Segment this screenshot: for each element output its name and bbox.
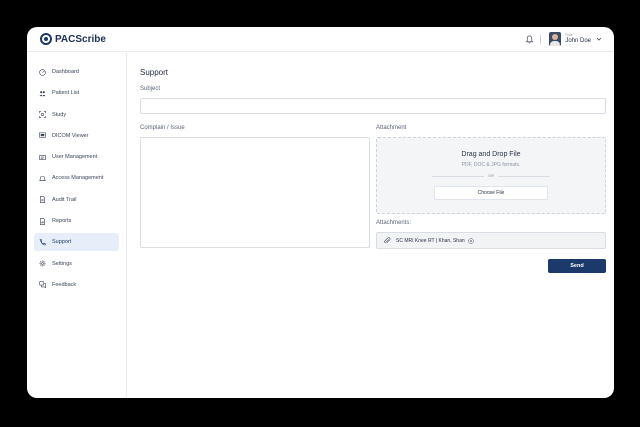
- sidebar-item-support[interactable]: Support: [34, 233, 119, 252]
- file-dropzone[interactable]: Drag and Drop File PDF, DOC & JPG format…: [376, 137, 606, 214]
- gear-icon: [39, 260, 46, 267]
- send-button[interactable]: Send: [548, 259, 606, 273]
- remove-attachment-icon[interactable]: [467, 237, 474, 244]
- header-divider: [540, 34, 542, 44]
- attachments-label: Attachments:: [376, 220, 412, 226]
- subject-label: Subject: [140, 86, 161, 92]
- access-icon: [39, 176, 46, 181]
- monitor-icon: [39, 132, 46, 138]
- bell-icon[interactable]: [525, 35, 534, 44]
- sidebar-item-label: Support: [52, 239, 72, 246]
- app-window: PACScribe Role John Doe Dashboard Patien…: [27, 27, 614, 398]
- support-form: Support Subject Complain / Issue Attachm…: [140, 53, 606, 398]
- sidebar-item-dicom-viewer[interactable]: DICOM Viewer: [34, 127, 119, 145]
- sidebar-item-label: Dashboard: [52, 69, 79, 75]
- app-logo[interactable]: PACScribe: [40, 33, 106, 45]
- sidebar-item-label: Patient List: [52, 90, 80, 97]
- scan-icon: [39, 111, 46, 118]
- divider-line: [498, 176, 550, 177]
- sidebar-item-label: Settings: [52, 260, 72, 267]
- app-name: PACScribe: [55, 33, 106, 45]
- sidebar-item-patient-list[interactable]: Patient List: [34, 84, 119, 102]
- sidebar: Dashboard Patient List Study DICOM Viewe…: [27, 53, 127, 398]
- complain-textarea[interactable]: [140, 137, 370, 248]
- user-name: John Doe: [565, 38, 591, 45]
- avatar[interactable]: [549, 32, 562, 46]
- sidebar-item-label: Study: [52, 111, 67, 118]
- dashboard-icon: [39, 68, 46, 76]
- sidebar-item-reports[interactable]: Reports: [34, 212, 119, 230]
- user-role: Role: [565, 32, 573, 37]
- sidebar-item-settings[interactable]: Settings: [34, 255, 119, 273]
- page-title: Support: [140, 68, 169, 77]
- chat-icon: [39, 281, 46, 289]
- sidebar-item-audit-trail[interactable]: Audit Trail: [34, 191, 119, 209]
- sidebar-item-label: User Management: [52, 154, 98, 161]
- sidebar-item-feedback[interactable]: Feedback: [34, 276, 119, 294]
- sidebar-item-dashboard[interactable]: Dashboard: [34, 63, 119, 81]
- subject-input[interactable]: [140, 98, 606, 114]
- sidebar-item-label: Audit Trail: [52, 196, 77, 203]
- sidebar-item-user-management[interactable]: User Management: [34, 148, 119, 166]
- logo-icon: [40, 33, 52, 45]
- sidebar-item-label: Access Management: [52, 175, 104, 182]
- attachment-item: SC MRI Knee RT | Khan, Shan: [376, 232, 606, 249]
- id-card-icon: [39, 154, 46, 160]
- phone-icon: [39, 239, 46, 246]
- sidebar-item-label: Reports: [52, 218, 72, 225]
- attachment-name: SC MRI Knee RT | Khan, Shan: [396, 237, 465, 244]
- report-icon: [40, 217, 45, 225]
- complain-label: Complain / Issue: [140, 125, 185, 131]
- users-icon: [39, 90, 46, 96]
- sidebar-item-label: DICOM Viewer: [52, 132, 89, 139]
- attachment-label: Attachment: [376, 125, 407, 131]
- header-user-area: Role John Doe: [525, 32, 602, 46]
- paperclip-icon: [384, 236, 391, 243]
- user-info[interactable]: Role John Doe: [565, 32, 591, 45]
- chevron-down-icon[interactable]: [596, 36, 602, 42]
- sidebar-item-label: Feedback: [52, 281, 77, 288]
- dropzone-formats: PDF, DOC & JPG formats.: [461, 162, 521, 168]
- sidebar-item-study[interactable]: Study: [34, 106, 119, 124]
- or-divider: OR: [432, 173, 550, 179]
- document-icon: [40, 196, 45, 204]
- dropzone-title: Drag and Drop File: [461, 151, 521, 158]
- sidebar-item-access-management[interactable]: Access Management: [34, 169, 119, 187]
- choose-file-button[interactable]: Choose File: [434, 186, 548, 200]
- top-header: PACScribe Role John Doe: [27, 27, 614, 52]
